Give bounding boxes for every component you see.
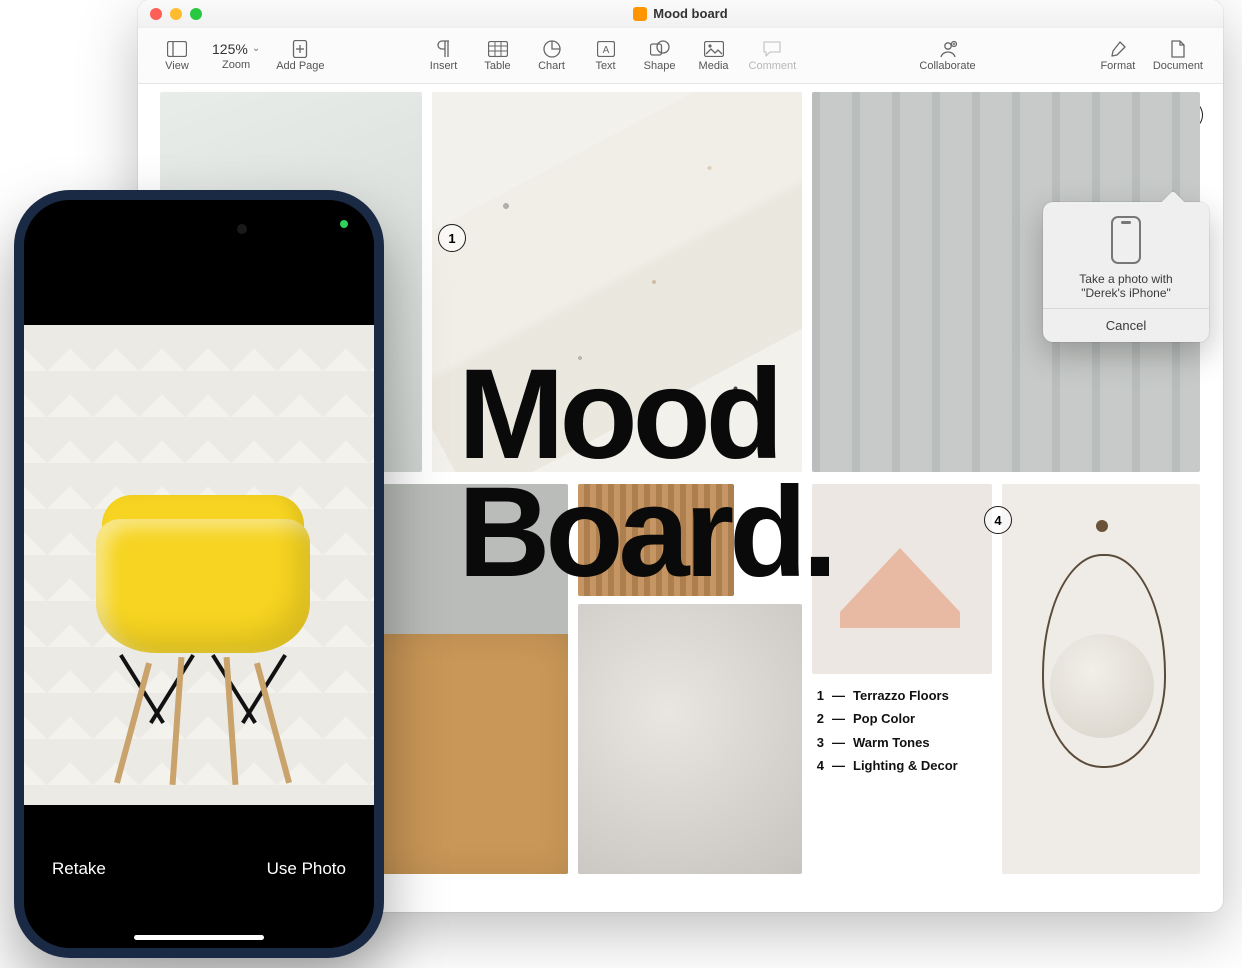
svg-text:A: A — [602, 45, 609, 56]
table-label: Table — [484, 60, 510, 72]
media-icon — [703, 40, 725, 58]
cancel-label: Cancel — [1106, 318, 1146, 333]
callout-4[interactable]: 4 — [984, 506, 1012, 534]
legend-item: 2 — Pop Color — [812, 707, 992, 730]
comment-button: Comment — [743, 38, 803, 74]
text-icon: A — [595, 40, 617, 58]
em-dash-icon: — — [832, 684, 845, 707]
title-line-1: Mood — [458, 356, 833, 474]
legend-label: Terrazzo Floors — [853, 684, 949, 707]
popover-line-2: "Derek's iPhone" — [1053, 286, 1199, 300]
add-page-label: Add Page — [276, 60, 324, 72]
use-photo-label: Use Photo — [267, 859, 346, 878]
retake-label: Retake — [52, 859, 106, 878]
collaborate-button[interactable]: Collaborate — [913, 38, 981, 74]
zoom-label: Zoom — [222, 59, 250, 71]
zoom-button[interactable]: 125% ⌄ Zoom — [206, 39, 266, 73]
shape-label: Shape — [644, 60, 676, 72]
chart-button[interactable]: Chart — [527, 38, 577, 74]
image-tile[interactable] — [812, 484, 992, 674]
format-button[interactable]: Format — [1093, 38, 1143, 74]
iphone-screen: Retake Use Photo — [24, 200, 374, 948]
em-dash-icon: — — [832, 754, 845, 777]
chart-icon — [541, 40, 563, 58]
callout-1[interactable]: 1 — [438, 224, 466, 252]
legend-number: 2 — [812, 707, 824, 730]
collaborate-label: Collaborate — [919, 60, 975, 72]
format-label: Format — [1100, 60, 1135, 72]
camera-viewfinder[interactable] — [24, 325, 374, 805]
comment-label: Comment — [749, 60, 797, 72]
legend-label: Warm Tones — [853, 731, 930, 754]
shape-button[interactable]: Shape — [635, 38, 685, 74]
continuity-camera-popover: Take a photo with "Derek's iPhone" Cance… — [1043, 202, 1209, 342]
chair-photo-preview — [78, 495, 328, 785]
cancel-button[interactable]: Cancel — [1043, 308, 1209, 342]
legend-label: Lighting & Decor — [853, 754, 958, 777]
popover-body: Take a photo with "Derek's iPhone" — [1043, 202, 1209, 308]
media-label: Media — [699, 60, 729, 72]
legend-number: 4 — [812, 754, 824, 777]
page-title[interactable]: Mood Board. — [458, 356, 833, 592]
legend-number: 1 — [812, 684, 824, 707]
text-button[interactable]: A Text — [581, 38, 631, 74]
image-tile[interactable] — [1002, 484, 1200, 874]
titlebar[interactable]: Mood board — [138, 0, 1223, 28]
chevron-down-icon: ⌄ — [252, 43, 260, 54]
document-title: Mood board — [138, 6, 1223, 21]
toolbar: View 125% ⌄ Zoom Add Page Insert — [138, 28, 1223, 84]
home-indicator[interactable] — [134, 935, 264, 940]
legend-item: 3 — Warm Tones — [812, 731, 992, 754]
view-label: View — [165, 60, 189, 72]
chart-label: Chart — [538, 60, 565, 72]
pilcrow-icon — [433, 40, 455, 58]
document-button[interactable]: Document — [1147, 38, 1209, 74]
dynamic-island — [139, 214, 259, 244]
view-button[interactable]: View — [152, 38, 202, 74]
legend-label: Pop Color — [853, 707, 915, 730]
camera-bottom-bar: Retake Use Photo — [24, 806, 374, 948]
add-page-icon — [289, 40, 311, 58]
insert-label: Insert — [430, 60, 458, 72]
title-line-2: Board. — [458, 474, 833, 592]
text-label: Text — [595, 60, 615, 72]
legend-list[interactable]: 1 — Terrazzo Floors 2 — Pop Color 3 — Warm Ton… — [812, 684, 992, 778]
table-button[interactable]: Table — [473, 38, 523, 74]
document-icon — [633, 7, 647, 21]
legend-number: 3 — [812, 731, 824, 754]
iphone-outline-icon — [1111, 216, 1141, 264]
legend-item: 1 — Terrazzo Floors — [812, 684, 992, 707]
zoom-value: 125% — [212, 41, 248, 57]
sidebar-icon — [166, 40, 188, 58]
table-icon — [487, 40, 509, 58]
callout-4-number: 4 — [994, 513, 1001, 528]
document-icon — [1167, 40, 1189, 58]
comment-icon — [761, 40, 783, 58]
image-tile[interactable] — [578, 604, 802, 874]
em-dash-icon: — — [832, 707, 845, 730]
iphone-device: Retake Use Photo — [14, 190, 384, 958]
document-title-text: Mood board — [653, 6, 727, 21]
media-button[interactable]: Media — [689, 38, 739, 74]
mirror-peg-icon — [1096, 520, 1108, 532]
retake-button[interactable]: Retake — [52, 859, 106, 879]
paintbrush-icon — [1107, 40, 1129, 58]
use-photo-button[interactable]: Use Photo — [267, 859, 346, 879]
popover-line-1: Take a photo with — [1053, 272, 1199, 286]
collaborate-icon — [937, 40, 959, 58]
em-dash-icon: — — [832, 731, 845, 754]
callout-1-number: 1 — [448, 231, 455, 246]
camera-active-indicator-icon — [340, 220, 348, 228]
insert-button[interactable]: Insert — [419, 38, 469, 74]
shape-icon — [649, 40, 671, 58]
add-page-button[interactable]: Add Page — [270, 38, 330, 74]
document-label: Document — [1153, 60, 1203, 72]
zoom-value-container: 125% ⌄ — [212, 41, 260, 57]
legend-item: 4 — Lighting & Decor — [812, 754, 992, 777]
